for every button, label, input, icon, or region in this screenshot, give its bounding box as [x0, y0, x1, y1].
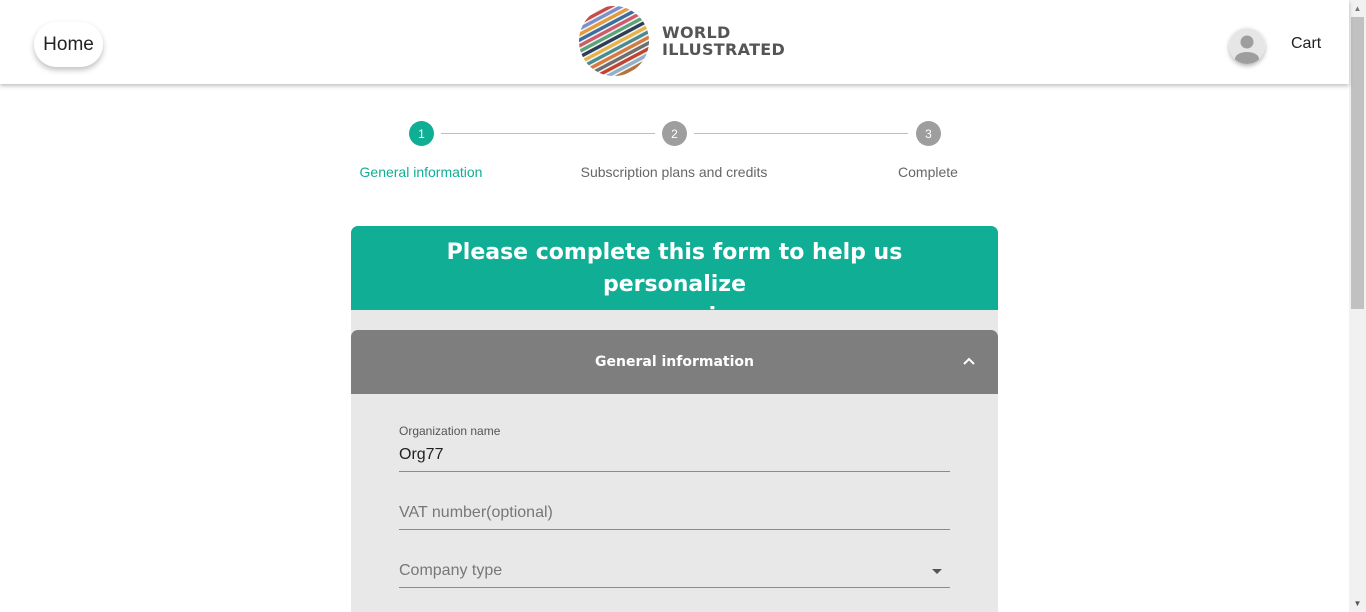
vat-number-placeholder: VAT number(optional) — [399, 504, 553, 521]
caret-down-icon[interactable] — [932, 569, 942, 574]
step-3-circle[interactable]: 3 — [916, 121, 941, 146]
scroll-up-arrow-icon[interactable]: ▲ — [1349, 0, 1366, 17]
step-1-label[interactable]: General information — [311, 164, 531, 180]
organization-name-input[interactable]: Org77 — [399, 444, 950, 472]
person-icon — [1229, 28, 1265, 64]
step-2-circle[interactable]: 2 — [662, 121, 687, 146]
logo-wordmark: WORLD ILLUSTRATED — [662, 24, 785, 58]
logo-line-world: WORLD — [662, 23, 731, 42]
form-intro-banner: Please complete this form to help us per… — [351, 226, 998, 329]
user-avatar-button[interactable] — [1229, 28, 1265, 64]
scroll-down-arrow-icon[interactable]: ▼ — [1349, 595, 1366, 612]
stepper-connector — [694, 133, 908, 134]
world-illustrated-logo[interactable]: WORLD ILLUSTRATED — [578, 5, 785, 77]
scrollbar-thumb[interactable] — [1351, 17, 1364, 309]
top-navbar: Home WORLD ILLUSTRATED Cart — [0, 0, 1349, 84]
home-button[interactable]: Home — [34, 22, 103, 67]
company-type-placeholder: Company type — [399, 562, 503, 579]
cart-link[interactable]: Cart — [1291, 35, 1321, 53]
section-title: General information — [595, 354, 754, 370]
organization-name-label: Organization name — [399, 424, 501, 438]
chevron-up-icon[interactable] — [962, 354, 976, 368]
company-type-select[interactable]: Company type — [399, 560, 950, 588]
banner-line-1: Please complete this form to help us per… — [446, 240, 903, 297]
logo-line-illustrated: ILLUSTRATED — [662, 40, 786, 59]
stepper-connector — [441, 133, 655, 134]
step-2-label[interactable]: Subscription plans and credits — [564, 164, 784, 180]
step-1-circle[interactable]: 1 — [409, 121, 434, 146]
step-3-label[interactable]: Complete — [818, 164, 1038, 180]
organization-name-value: Org77 — [399, 446, 444, 463]
page-scrollbar[interactable]: ▲ ▼ — [1349, 0, 1366, 612]
general-information-section-header[interactable]: General information — [351, 330, 998, 394]
globe-logo-icon — [579, 6, 649, 76]
vat-number-input[interactable]: VAT number(optional) — [399, 502, 950, 530]
